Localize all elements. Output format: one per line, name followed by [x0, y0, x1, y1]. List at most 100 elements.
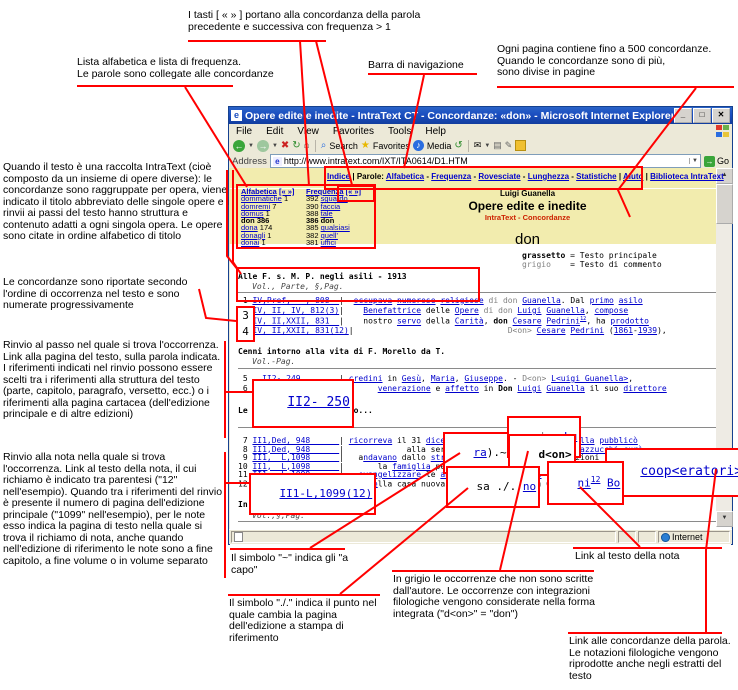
- back-button[interactable]: ←: [233, 140, 245, 152]
- word-link[interactable]: Giuseppe: [464, 374, 503, 383]
- close-button[interactable]: ✕: [712, 108, 730, 123]
- word-link[interactable]: Pedrini: [546, 317, 580, 326]
- text: ,: [421, 374, 431, 383]
- menu-item-tools[interactable]: Tools: [381, 126, 418, 137]
- word-link[interactable]: ra: [474, 446, 487, 459]
- menu-item-help[interactable]: Help: [418, 126, 453, 137]
- search-button[interactable]: Search: [329, 141, 358, 151]
- back-dropdown-icon[interactable]: ▼: [248, 143, 254, 149]
- magnified-ref-link[interactable]: II2- 250: [252, 379, 354, 428]
- refresh-icon[interactable]: ↻: [292, 140, 300, 151]
- go-label: Go: [717, 156, 729, 166]
- messenger-icon[interactable]: [515, 140, 526, 151]
- word-link[interactable]: Cesare: [537, 326, 566, 335]
- forward-button[interactable]: →: [257, 140, 269, 152]
- word-link[interactable]: coop<eratori>: [640, 464, 738, 479]
- highlight-section-title-box: [236, 267, 480, 302]
- word-link[interactable]: 1939: [638, 326, 657, 335]
- magnified-note-ref-link[interactable]: II1-L,1099(12): [249, 473, 376, 515]
- highlight-freq-arrows-box: [337, 185, 375, 202]
- word-link[interactable]: 1861: [614, 326, 633, 335]
- ref-link[interactable]: II2- 250: [287, 395, 350, 410]
- word-link[interactable]: compose: [594, 306, 628, 315]
- annotation-navbar: Barra di navigazione: [368, 60, 518, 72]
- magnified-coop-link[interactable]: coop<eratori>: [605, 448, 738, 497]
- menu-item-view[interactable]: View: [290, 126, 326, 137]
- word-link[interactable]: direttore: [623, 384, 666, 393]
- print-icon[interactable]: ▤: [493, 140, 502, 151]
- word-link[interactable]: prodotto: [610, 317, 649, 326]
- go-button[interactable]: → Go: [704, 156, 729, 167]
- favorites-button[interactable]: Favorites: [373, 141, 410, 151]
- home-icon[interactable]: ⌂: [304, 140, 310, 151]
- word-link[interactable]: Benefattrice: [363, 306, 421, 315]
- word-link[interactable]: L<uigi Guanella>: [551, 374, 628, 383]
- text: ,: [628, 374, 633, 383]
- ref-link[interactable]: II1-L,1099(12): [280, 487, 373, 500]
- word-link[interactable]: affetto: [445, 384, 479, 393]
- title-bar[interactable]: e Opere edite e inedite - IntraText CT -…: [229, 107, 732, 124]
- gray-word: D<on>: [508, 326, 537, 335]
- menu-item-file[interactable]: File: [229, 126, 259, 137]
- word-link[interactable]: primo: [590, 296, 614, 305]
- concordance-row: 3 IV, II,XXII, 831 | nostro servo della …: [238, 316, 649, 326]
- media-icon[interactable]: ♪: [413, 140, 424, 151]
- word-link[interactable]: Opere: [455, 306, 479, 315]
- maximize-button[interactable]: □: [693, 108, 711, 123]
- word-link[interactable]: Maria: [431, 374, 455, 383]
- word-link[interactable]: Pedrini: [570, 326, 604, 335]
- document-icon: [234, 532, 243, 542]
- gray-word: di don: [484, 296, 523, 305]
- gray-word: D<on>: [522, 374, 551, 383]
- word-link[interactable]: Luigi: [517, 384, 541, 393]
- ref-link[interactable]: IV, II,XXII, 831(12): [252, 326, 348, 335]
- word-link[interactable]: Biblioteca IntraText: [650, 172, 724, 181]
- menu-item-favorites[interactable]: Favorites: [326, 126, 381, 137]
- scrollbar-thumb[interactable]: [716, 184, 733, 224]
- word-link[interactable]: Luigi: [517, 306, 541, 315]
- word-link[interactable]: Bo: [607, 477, 620, 490]
- word-link[interactable]: venerazione: [378, 384, 431, 393]
- history-icon[interactable]: ↺: [454, 140, 462, 151]
- edit-icon[interactable]: ✎: [505, 140, 513, 151]
- favorites-star-icon[interactable]: ★: [361, 140, 370, 151]
- word-link[interactable]: servo: [397, 317, 421, 326]
- section-title: Cenni intorno alla vita di F. Morello da…: [238, 347, 445, 356]
- toolbar-separator: [468, 140, 469, 152]
- word-link[interactable]: Carità: [455, 317, 484, 326]
- word-link[interactable]: Guanella: [546, 306, 585, 315]
- forward-dropdown-icon[interactable]: ▼: [272, 143, 278, 149]
- text: Don: [498, 384, 512, 393]
- word-link[interactable]: ni: [578, 477, 591, 490]
- note-number-link[interactable]: 12: [591, 475, 601, 484]
- word-link[interactable]: Cesare: [513, 317, 542, 326]
- word-link[interactable]: Gesù: [402, 374, 421, 383]
- status-panel: [618, 531, 636, 543]
- annotation-order: Le concordanze sono riportate secondo l'…: [3, 277, 213, 312]
- annotation-word-conc-link: Link alle concordanze della parola. Le n…: [569, 636, 737, 682]
- text: della: [421, 317, 455, 326]
- scroll-down-button[interactable]: ▼: [716, 511, 733, 527]
- annotation-lists: Lista alfabetica e lista di frequenza. L…: [77, 57, 317, 80]
- row-number: 4: [238, 324, 253, 340]
- word-link[interactable]: Guanella: [522, 296, 561, 305]
- ref-link[interactable]: IV, II,XXII, 831: [252, 317, 339, 326]
- text: (: [604, 326, 614, 335]
- address-dropdown-icon[interactable]: ▼: [689, 158, 698, 164]
- word-link[interactable]: no: [523, 480, 536, 493]
- text: [358, 326, 507, 335]
- word-link[interactable]: Guanella: [546, 384, 585, 393]
- search-icon[interactable]: ⌕: [321, 140, 327, 151]
- mail-icon[interactable]: ✉: [474, 140, 482, 151]
- mail-dropdown-icon[interactable]: ▼: [484, 143, 490, 149]
- text: delle: [421, 306, 455, 315]
- magnified-note-call[interactable]: ni12 Bo: [547, 461, 624, 505]
- minimize-button[interactable]: _: [674, 108, 692, 123]
- ref-link[interactable]: IV, II, IV, 812(3): [252, 306, 339, 315]
- media-button[interactable]: Media: [427, 141, 452, 151]
- word-link[interactable]: asilo: [619, 296, 643, 305]
- annotation-tilde: Il simbolo "~" indica gli "a capo": [231, 553, 353, 576]
- annotation-passage-link: Rinvio al passo nel quale si trova l'occ…: [3, 340, 225, 421]
- stop-icon[interactable]: ✖: [281, 140, 289, 151]
- menu-item-edit[interactable]: Edit: [259, 126, 290, 137]
